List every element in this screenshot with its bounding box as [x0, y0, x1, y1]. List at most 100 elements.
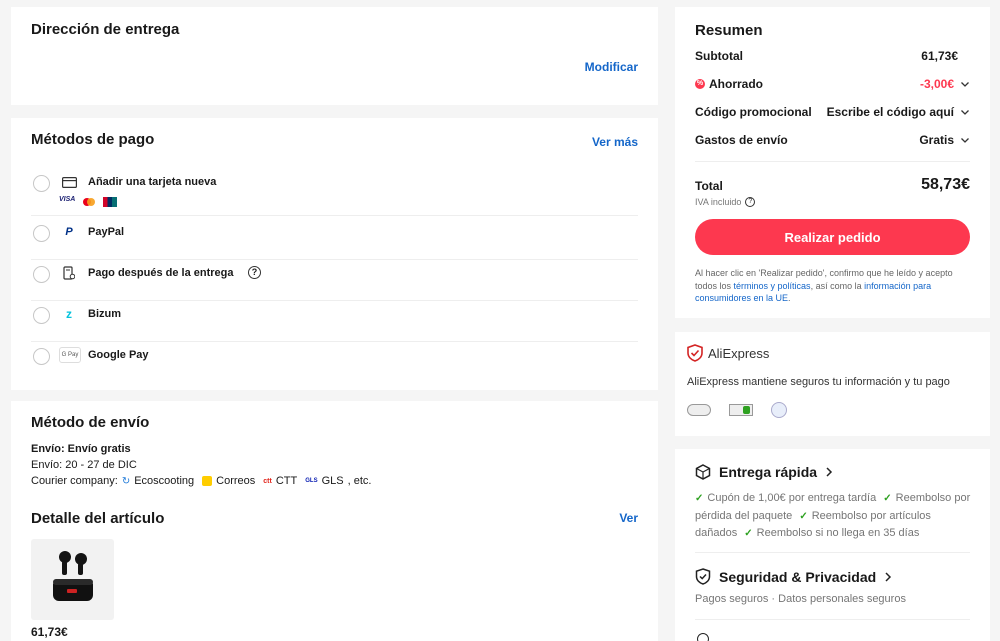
security-badge-3-icon: [771, 402, 787, 418]
payment-label-pay-later: Pago después de la entrega: [88, 267, 234, 279]
security-text: Pagos seguros · Datos personales seguros: [695, 593, 906, 605]
terms-link[interactable]: términos y políticas: [734, 281, 811, 291]
fast-delivery-benefits: ✓ Cupón de 1,00€ por entrega tardía ✓ Reem…: [695, 490, 975, 543]
courier-correos: Correos: [216, 475, 256, 487]
courier-suffix: , etc.: [347, 475, 372, 487]
saved-row[interactable]: % Ahorrado -3,00€: [695, 77, 970, 97]
security-badge-1-icon: [687, 404, 711, 416]
items-view-link[interactable]: Ver: [619, 511, 638, 525]
ecoscooting-icon: ↻: [121, 475, 131, 487]
courier-gls: GLS: [321, 475, 344, 487]
gpay-badge: G Pay: [61, 352, 79, 358]
summary-title: Resumen: [695, 22, 763, 39]
radio-google-pay[interactable]: [33, 348, 50, 365]
check-icon: ✓: [695, 493, 704, 504]
info-icon[interactable]: ?: [745, 197, 756, 207]
unionpay-icon: [103, 194, 117, 207]
benefits-card: Entrega rápida ✓ Cupón de 1,00€ por entre…: [675, 449, 990, 641]
chevron-right-icon: [885, 571, 892, 582]
security-header[interactable]: Seguridad & Privacidad: [695, 568, 892, 585]
payment-more-link[interactable]: Ver más: [592, 135, 638, 149]
shipping-cost-row[interactable]: Gastos de envío Gratis: [695, 133, 970, 153]
legal-text-2: , así como la: [810, 280, 865, 291]
benefits-divider: [695, 619, 970, 620]
payment-option-pay-later[interactable]: Pago después de la entrega ?: [31, 261, 638, 301]
modify-address-link[interactable]: Modificar: [585, 60, 638, 74]
payment-option-bizum[interactable]: z Bizum: [31, 302, 638, 342]
courier-label: Courier company:: [31, 475, 118, 487]
chevron-right-icon: [826, 467, 833, 477]
chevron-down-icon[interactable]: [960, 79, 970, 89]
total-value: 58,73€: [921, 176, 970, 193]
payment-option-paypal[interactable]: P PayPal: [31, 220, 638, 260]
promo-input[interactable]: Escribe el código aquí: [827, 105, 954, 119]
google-pay-icon: G Pay: [59, 347, 81, 363]
payment-label-google-pay: Google Pay: [88, 349, 149, 361]
shipping-dates: Envío: 20 - 27 de DIC: [31, 459, 137, 471]
payment-label-bizum: Bizum: [88, 308, 121, 320]
place-order-button[interactable]: Realizar pedido: [695, 219, 970, 255]
fast-delivery-header[interactable]: Entrega rápida: [695, 464, 833, 480]
security-title: Seguridad & Privacidad: [719, 568, 877, 585]
bizum-icon: z: [66, 307, 72, 321]
legal-text: Al hacer clic en 'Realizar pedido', conf…: [695, 267, 973, 305]
courier-ctt: CTT: [275, 475, 298, 487]
radio-card[interactable]: [33, 175, 50, 192]
subtotal-row: Subtotal 61,73€: [695, 49, 970, 69]
radio-paypal[interactable]: [33, 225, 50, 242]
courier-line: Courier company: ↻ Ecoscooting Correos c…: [31, 475, 371, 487]
next-section-icon: [697, 633, 709, 641]
pay-later-icon: [59, 265, 79, 281]
shipping-cost-value: Gratis: [919, 133, 954, 147]
subtotal-value: 61,73€: [921, 49, 958, 63]
check-icon: ✓: [883, 493, 892, 504]
payment-option-card[interactable]: Añadir una tarjeta nueva VISA: [31, 170, 638, 216]
subtotal-label: Subtotal: [695, 49, 743, 63]
items-title: Detalle del artículo: [31, 510, 165, 527]
product-price: 61,73€: [31, 625, 68, 639]
payment-label-paypal: PayPal: [88, 226, 125, 238]
vat-label: IVA incluido: [695, 197, 742, 207]
shield-check-icon: [695, 568, 711, 585]
payment-title: Métodos de pago: [31, 131, 155, 148]
discount-icon: %: [695, 79, 705, 89]
saved-label: Ahorrado: [709, 77, 763, 91]
product-thumbnail[interactable]: [31, 539, 114, 620]
trust-text: AliExpress mantiene seguros tu informaci…: [687, 376, 950, 388]
address-card: Dirección de entrega Modificar: [11, 7, 658, 105]
vat-line: IVA incluido ?: [695, 197, 756, 207]
shield-check-icon: [687, 344, 703, 367]
summary-divider: [695, 161, 970, 162]
chevron-down-icon[interactable]: [960, 107, 970, 117]
total-label: Total: [695, 179, 723, 193]
chevron-down-icon[interactable]: [960, 135, 970, 145]
gls-icon: GLS: [305, 478, 318, 484]
payment-option-google-pay[interactable]: G Pay Google Pay: [31, 343, 638, 383]
fast-delivery-title: Entrega rápida: [719, 464, 818, 480]
info-icon[interactable]: ?: [248, 266, 261, 279]
summary-card: Resumen Subtotal 61,73€ % Ahorrado -3,00…: [675, 7, 990, 318]
radio-pay-later[interactable]: [33, 266, 50, 283]
benefits-divider: [695, 552, 970, 553]
trust-card: AliExpress AliExpress mantiene seguros t…: [675, 332, 990, 436]
promo-row[interactable]: Código promocional Escribe el código aqu…: [695, 105, 970, 125]
address-title: Dirección de entrega: [31, 21, 180, 38]
paypal-icon: P: [65, 226, 73, 238]
earbuds-image: [53, 551, 93, 601]
radio-bizum[interactable]: [33, 307, 50, 324]
benefit-4: Reembolso si no llega en 35 días: [756, 527, 920, 539]
shipping-title: Método de envío: [31, 414, 150, 431]
shipping-type: Envío: Envío gratis: [31, 443, 131, 455]
check-icon: ✓: [744, 528, 753, 539]
courier-ecoscooting: Ecoscooting: [134, 475, 195, 487]
mastercard-icon: [81, 194, 97, 206]
trust-badges: [687, 402, 787, 418]
trust-brand: AliExpress: [708, 346, 770, 361]
visa-icon: VISA: [59, 195, 76, 203]
credit-card-icon: [59, 174, 79, 190]
box-icon: [695, 464, 711, 480]
benefit-1: Cupón de 1,00€ por entrega tardía: [707, 492, 877, 504]
saved-value: -3,00€: [919, 77, 954, 91]
promo-label: Código promocional: [695, 105, 812, 119]
ctt-icon: ctt: [263, 477, 272, 485]
